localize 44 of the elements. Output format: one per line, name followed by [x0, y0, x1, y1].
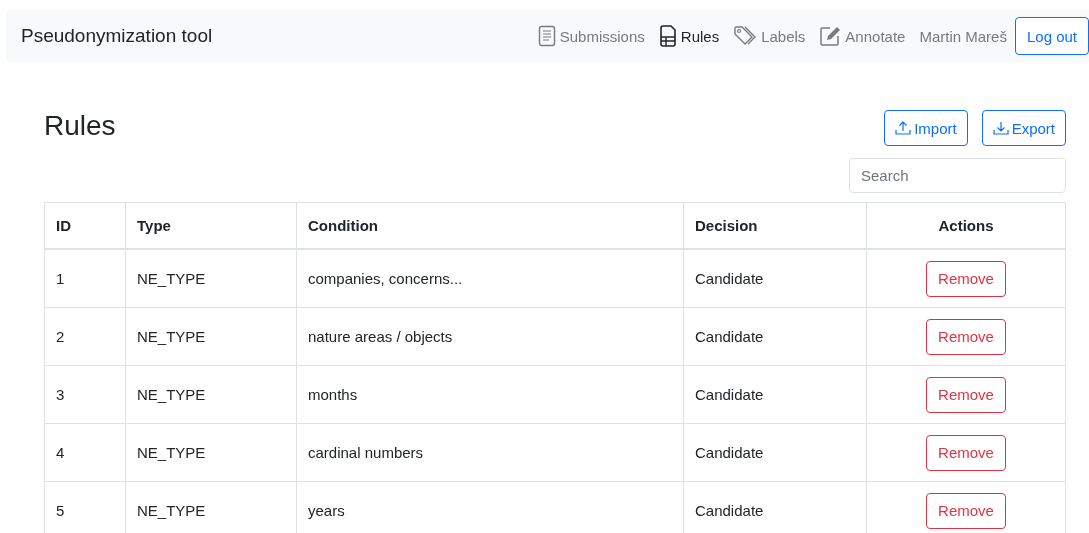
table-cell: Candidate	[683, 307, 867, 366]
table-cell: 1	[44, 249, 126, 308]
nav-link[interactable]: Annotate	[819, 25, 906, 47]
column-header: Decision	[683, 202, 867, 249]
table-cell: 3	[44, 365, 126, 424]
logout-button[interactable]: Log out	[1014, 17, 1089, 55]
pencil-icon	[819, 25, 842, 47]
column-header: Condition	[296, 202, 684, 249]
upload-icon	[895, 120, 912, 136]
table-cell: NE_TYPE	[125, 365, 297, 424]
table-cell: Candidate	[683, 423, 867, 482]
remove-button[interactable]: Remove	[926, 260, 1006, 297]
user-name: Martin Mareš	[919, 27, 1007, 45]
nav-link[interactable]: Submissions	[537, 25, 645, 47]
table-document-icon	[658, 25, 677, 47]
download-icon	[992, 120, 1009, 136]
table-cell: Candidate	[683, 249, 867, 308]
table-cell: cardinal numbers	[296, 423, 684, 482]
remove-button[interactable]: Remove	[926, 434, 1006, 471]
table-cell: companies, concerns...	[296, 249, 684, 308]
column-header: ID	[44, 202, 126, 249]
table-cell: NE_TYPE	[125, 249, 297, 308]
table-cell: 5	[44, 481, 126, 533]
remove-button[interactable]: Remove	[926, 376, 1006, 413]
table-cell: 2	[44, 307, 126, 366]
export-button[interactable]: Export	[981, 110, 1066, 146]
table-cell: Candidate	[683, 365, 867, 424]
column-header: Type	[125, 202, 297, 249]
table-cell: nature areas / objects	[296, 307, 684, 366]
page-title: Rules	[44, 110, 116, 142]
nav-link[interactable]: Rules	[658, 25, 720, 47]
table-cell: NE_TYPE	[125, 307, 297, 366]
table-cell: NE_TYPE	[125, 423, 297, 482]
search-field[interactable]: Search	[849, 158, 1066, 193]
nav-link[interactable]: Labels	[733, 25, 806, 47]
remove-button[interactable]: Remove	[926, 492, 1006, 529]
remove-button[interactable]: Remove	[926, 318, 1006, 355]
table-cell: 4	[44, 423, 126, 482]
document-icon	[537, 25, 556, 47]
import-button[interactable]: Import	[884, 110, 968, 146]
app-title[interactable]: Pseudonymization tool	[21, 25, 213, 47]
table-cell: months	[296, 365, 684, 424]
column-header: Actions	[866, 202, 1066, 249]
tags-icon	[733, 25, 758, 47]
